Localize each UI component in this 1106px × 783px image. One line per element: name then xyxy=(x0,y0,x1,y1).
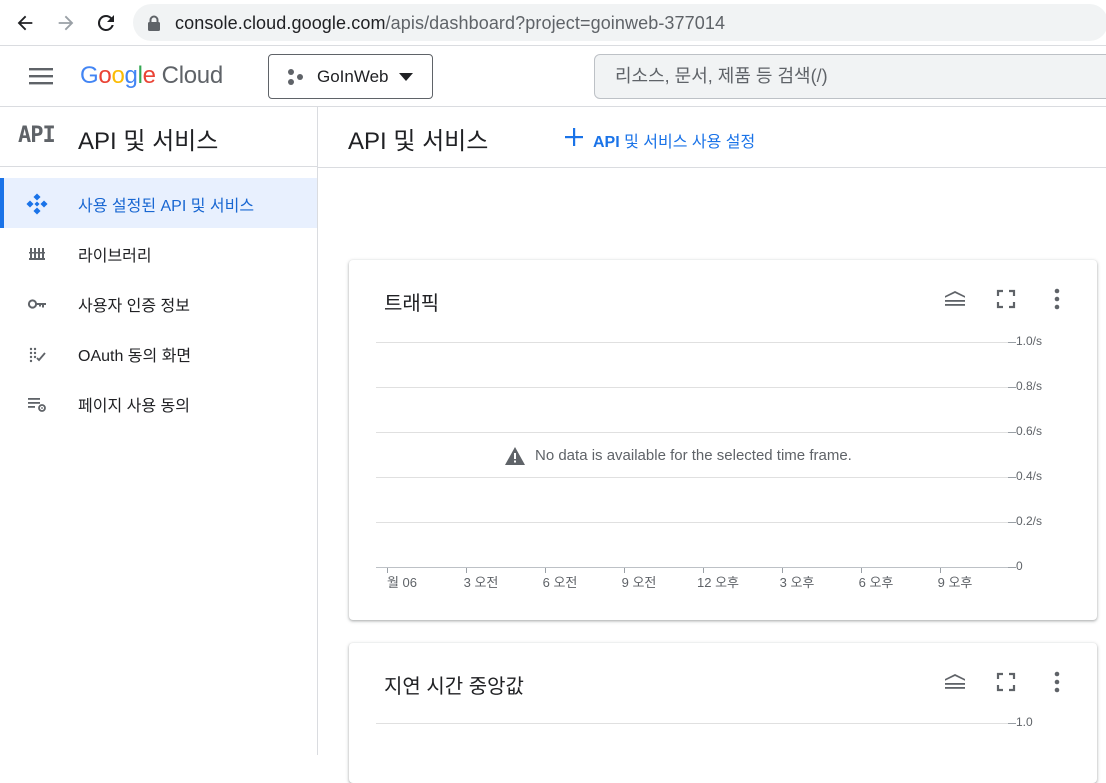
y-tick-label: 0.4/s xyxy=(1016,469,1043,483)
url-text: console.cloud.google.com/apis/dashboard?… xyxy=(175,13,725,34)
y-tick-label: 0.8/s xyxy=(1016,379,1043,393)
main-header: API 및 서비스 API 및 서비스 사용 설정 xyxy=(318,107,1106,168)
address-bar[interactable]: console.cloud.google.com/apis/dashboard?… xyxy=(133,4,1106,41)
page-usage-settings-icon xyxy=(26,393,48,415)
y-tick xyxy=(1008,342,1016,343)
api-diamond-icon xyxy=(26,193,48,215)
sidebar-item-label: 페이지 사용 동의 xyxy=(78,398,190,415)
sidebar: API API 및 서비스 사용 설정된 API 및 서비스 라이브러리 사용자… xyxy=(0,107,318,755)
search-box[interactable] xyxy=(594,54,1106,99)
gridline xyxy=(376,432,1008,433)
gridline xyxy=(376,342,1008,343)
logo-letter: o xyxy=(111,62,125,89)
project-picker-button[interactable]: GoInWeb xyxy=(268,54,433,99)
logo-letter: g xyxy=(124,62,138,89)
y-tick xyxy=(1008,723,1016,724)
y-tick xyxy=(1008,387,1016,388)
sidebar-item-enabled-apis[interactable]: 사용 설정된 API 및 서비스 xyxy=(0,178,317,228)
sidebar-item-oauth-consent[interactable]: OAuth 동의 화면 xyxy=(0,328,317,378)
sidebar-item-credentials[interactable]: 사용자 인증 정보 xyxy=(0,278,317,328)
x-tick-label: 9 오전 xyxy=(621,575,657,590)
logo-letter: o xyxy=(98,62,112,89)
y-tick-label: 0.2/s xyxy=(1016,514,1043,528)
reload-icon[interactable] xyxy=(94,11,118,35)
gridline xyxy=(376,477,1008,478)
plus-icon xyxy=(564,127,584,147)
gridline xyxy=(376,522,1008,523)
page-title: API 및 서비스 xyxy=(348,128,489,155)
traffic-chart-plot: 0 0.2/s 0.4/s 0.6/s 0.8/s 1.0/s 월 06 3 오전 6 오전 9 … xyxy=(349,260,1097,620)
y-tick xyxy=(1008,567,1016,568)
sidebar-title: API 및 서비스 xyxy=(78,128,219,155)
logo-letter: G xyxy=(80,62,99,89)
gridline xyxy=(376,723,1008,724)
x-tick-label: 9 오후 xyxy=(937,575,973,590)
x-tick-label: 3 오전 xyxy=(463,575,499,590)
gridline xyxy=(376,387,1008,388)
sidebar-header: API API 및 서비스 xyxy=(0,107,317,167)
app-header: Google Cloud GoInWeb xyxy=(0,47,1106,107)
enable-apis-rest: 및 서비스 사용 설정 xyxy=(619,134,756,151)
enable-apis-label: API 및 서비스 사용 설정 xyxy=(593,128,755,152)
google-cloud-logo[interactable]: Google Cloud xyxy=(80,62,223,90)
sidebar-item-label: 사용 설정된 API 및 서비스 xyxy=(78,198,255,215)
sidebar-item-label: 라이브러리 xyxy=(78,248,152,265)
gridline xyxy=(376,567,1008,568)
forward-arrow-icon[interactable] xyxy=(55,12,77,34)
logo-letter: e xyxy=(142,62,156,89)
oauth-consent-icon xyxy=(26,343,48,365)
browser-toolbar: console.cloud.google.com/apis/dashboard?… xyxy=(0,0,1106,46)
project-name: GoInWeb xyxy=(317,67,389,86)
latency-chart-plot: 1.0 xyxy=(349,643,1097,783)
x-tick-label: 6 오후 xyxy=(858,575,894,590)
library-icon xyxy=(26,243,48,265)
sidebar-item-page-usage-agreement[interactable]: 페이지 사용 동의 xyxy=(0,378,317,428)
url-host: console.cloud.google.com xyxy=(175,13,386,33)
traffic-chart-card: 트래픽 0 0.2/s 0.4/s 0.6/s 0.8/s 1.0/s 월 06 3 오전 6 … xyxy=(349,260,1097,620)
enable-apis-prefix: API xyxy=(593,134,620,151)
logo-cloud-word: Cloud xyxy=(161,62,224,89)
search-input[interactable] xyxy=(615,66,1015,87)
y-tick-label: 1.0 xyxy=(1016,715,1033,729)
no-data-text: No data is available for the selected ti… xyxy=(535,447,852,464)
project-hexagon-icon xyxy=(285,67,305,87)
key-icon xyxy=(26,293,48,315)
sidebar-item-label: 사용자 인증 정보 xyxy=(78,298,190,315)
y-tick xyxy=(1008,477,1016,478)
x-tick-label: 6 오전 xyxy=(542,575,578,590)
y-tick xyxy=(1008,432,1016,433)
url-path: /apis/dashboard?project=goinweb-377014 xyxy=(385,13,726,33)
y-tick-label: 0.6/s xyxy=(1016,424,1043,438)
y-tick xyxy=(1008,522,1016,523)
sidebar-item-label: OAuth 동의 화면 xyxy=(78,348,192,365)
sidebar-item-library[interactable]: 라이브러리 xyxy=(0,228,317,278)
lock-icon xyxy=(147,15,161,31)
x-tick-label: 12 오후 xyxy=(697,575,739,590)
warning-icon xyxy=(505,447,525,465)
latency-chart-card: 지연 시간 중앙값 1.0 xyxy=(349,643,1097,783)
caret-down-icon xyxy=(399,73,413,81)
hamburger-menu-icon[interactable] xyxy=(29,67,53,85)
back-arrow-icon[interactable] xyxy=(14,12,36,34)
x-tick-label: 월 06 xyxy=(386,575,418,590)
y-tick-label: 0 xyxy=(1016,559,1023,573)
x-tick-label: 3 오후 xyxy=(779,575,815,590)
api-icon: API xyxy=(18,123,56,148)
y-tick-label: 1.0/s xyxy=(1016,334,1043,348)
